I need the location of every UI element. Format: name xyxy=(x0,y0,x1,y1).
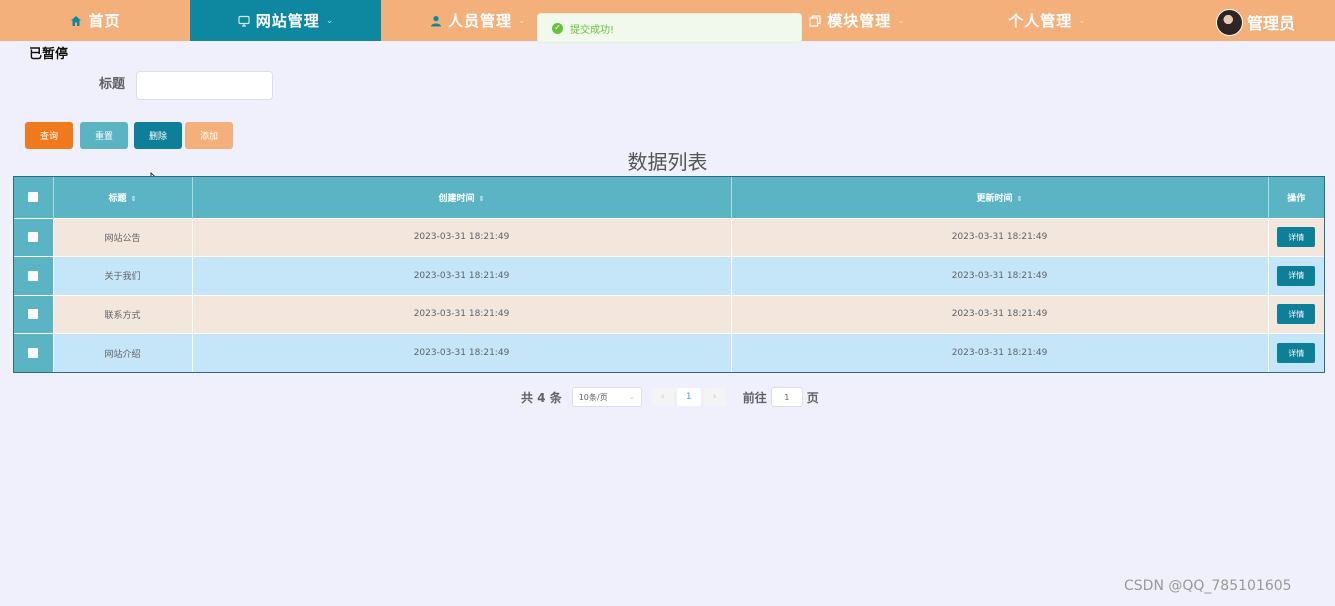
page-suffix-label: 页 xyxy=(806,390,819,405)
prev-page-button[interactable]: ‹ xyxy=(651,388,674,406)
chevron-down-icon: ⌄ xyxy=(897,15,906,26)
toast-message: 提交成功! xyxy=(570,24,615,36)
nav-item-label: 个人管理 xyxy=(1008,12,1073,30)
cell-updated: 2023-03-31 18:21:49 xyxy=(731,217,1269,257)
user-name: 管理员 xyxy=(1247,14,1296,33)
paused-label: 已暂停 xyxy=(29,47,69,62)
select-all-checkbox[interactable] xyxy=(28,192,39,202)
cell-title: 网站公告 xyxy=(53,217,193,257)
column-header-op: 操作 xyxy=(1287,193,1306,204)
cell-title: 联系方式 xyxy=(53,294,193,334)
cell-op: 详情 xyxy=(1268,217,1324,257)
nav-item-label: 模块管理 xyxy=(827,12,892,30)
avatar xyxy=(1216,8,1243,36)
cell-op: 详情 xyxy=(1268,294,1324,334)
row-select-cell xyxy=(14,256,54,295)
column-header-updated[interactable]: 更新时间 ⇕ xyxy=(731,177,1269,218)
sort-icon: ⇕ xyxy=(478,194,485,203)
row-checkbox[interactable] xyxy=(28,309,39,319)
next-page-button[interactable]: › xyxy=(703,388,726,406)
sort-icon: ⇕ xyxy=(1016,194,1023,203)
row-select-cell xyxy=(14,217,54,257)
watermark: CSDN @QQ_785101605 xyxy=(1124,578,1292,594)
reset-button[interactable]: 重置 xyxy=(80,122,128,149)
goto-page-input[interactable] xyxy=(770,387,803,407)
detail-button[interactable]: 详情 xyxy=(1277,343,1316,363)
cell-updated: 2023-03-31 18:21:49 xyxy=(731,333,1269,372)
cell-op: 详情 xyxy=(1268,333,1324,372)
sort-icon: ⇕ xyxy=(130,194,137,203)
nav-item-personal-management[interactable]: 个人管理 ⌄ xyxy=(952,0,1143,41)
nav-item-home[interactable]: 首页 xyxy=(0,0,190,41)
pagination: 共 4 条 10条/页 ⌄ ‹ 1 › 前往 页 xyxy=(521,386,819,408)
search-title-label: 标题 xyxy=(99,77,126,92)
page-size-value: 10条/页 xyxy=(578,392,608,402)
cell-updated: 2023-03-31 18:21:49 xyxy=(731,256,1269,295)
cell-op: 详情 xyxy=(1268,256,1324,295)
nav-item-label: 首页 xyxy=(88,12,121,30)
cell-created: 2023-03-31 18:21:49 xyxy=(192,333,732,372)
detail-button[interactable]: 详情 xyxy=(1277,265,1316,286)
cell-title: 关于我们 xyxy=(53,256,193,295)
table-header-row: 标题 ⇕ 创建时间 ⇕ 更新时间 ⇕ 操作 xyxy=(14,177,1324,218)
detail-button[interactable]: 详情 xyxy=(1277,304,1316,325)
column-header-title[interactable]: 标题 ⇕ xyxy=(53,177,193,218)
table-row: 网站介绍 2023-03-31 18:21:49 2023-03-31 18:2… xyxy=(14,333,1324,372)
cell-title: 网站介绍 xyxy=(53,333,193,372)
row-checkbox[interactable] xyxy=(28,232,39,242)
page-number-button[interactable]: 1 xyxy=(676,388,701,406)
row-checkbox[interactable] xyxy=(28,270,39,281)
user-icon xyxy=(429,14,443,28)
table-title: 数据列表 xyxy=(627,150,708,174)
pagination-total: 共 4 条 xyxy=(521,390,562,405)
monitor-icon xyxy=(237,14,251,28)
goto-label: 前往 xyxy=(742,390,767,405)
cell-created: 2023-03-31 18:21:49 xyxy=(192,294,732,334)
cell-created: 2023-03-31 18:21:49 xyxy=(192,256,732,295)
success-toast: ✓ 提交成功! xyxy=(537,13,802,43)
home-icon xyxy=(69,14,83,28)
cell-updated: 2023-03-31 18:21:49 xyxy=(731,294,1269,334)
select-all-cell xyxy=(14,177,54,218)
page-size-select[interactable]: 10条/页 ⌄ xyxy=(571,387,642,407)
chevron-down-icon: ⌄ xyxy=(325,15,335,26)
table-row: 联系方式 2023-03-31 18:21:49 2023-03-31 18:2… xyxy=(14,294,1324,334)
query-button[interactable]: 查询 xyxy=(25,122,73,149)
delete-button[interactable]: 删除 xyxy=(134,122,182,149)
check-circle-icon: ✓ xyxy=(552,22,563,34)
search-title-input[interactable] xyxy=(136,71,273,100)
chevron-down-icon: ⌄ xyxy=(1078,15,1087,26)
user-menu[interactable]: 管理员 xyxy=(1216,8,1295,36)
row-select-cell xyxy=(14,333,54,372)
table-row: 网站公告 2023-03-31 18:21:49 2023-03-31 18:2… xyxy=(14,217,1324,257)
nav-item-label: 人员管理 xyxy=(448,12,513,30)
cell-created: 2023-03-31 18:21:49 xyxy=(192,217,732,257)
nav-item-label: 网站管理 xyxy=(255,12,320,30)
chevron-down-icon: ⌄ xyxy=(518,15,527,26)
column-header-created[interactable]: 创建时间 ⇕ xyxy=(192,177,732,218)
row-checkbox[interactable] xyxy=(28,347,39,358)
chevron-down-icon: ⌄ xyxy=(628,393,635,401)
detail-button[interactable]: 详情 xyxy=(1277,227,1316,248)
copy-icon xyxy=(808,14,822,28)
row-select-cell xyxy=(14,294,54,334)
data-table: 标题 ⇕ 创建时间 ⇕ 更新时间 ⇕ 操作 网站公告 2023-03-31 18:21… xyxy=(13,176,1325,373)
table-row: 关于我们 2023-03-31 18:21:49 2023-03-31 18:2… xyxy=(14,256,1324,295)
nav-item-site-management[interactable]: 网站管理 ⌄ xyxy=(190,0,381,41)
add-button[interactable]: 添加 xyxy=(185,122,233,149)
